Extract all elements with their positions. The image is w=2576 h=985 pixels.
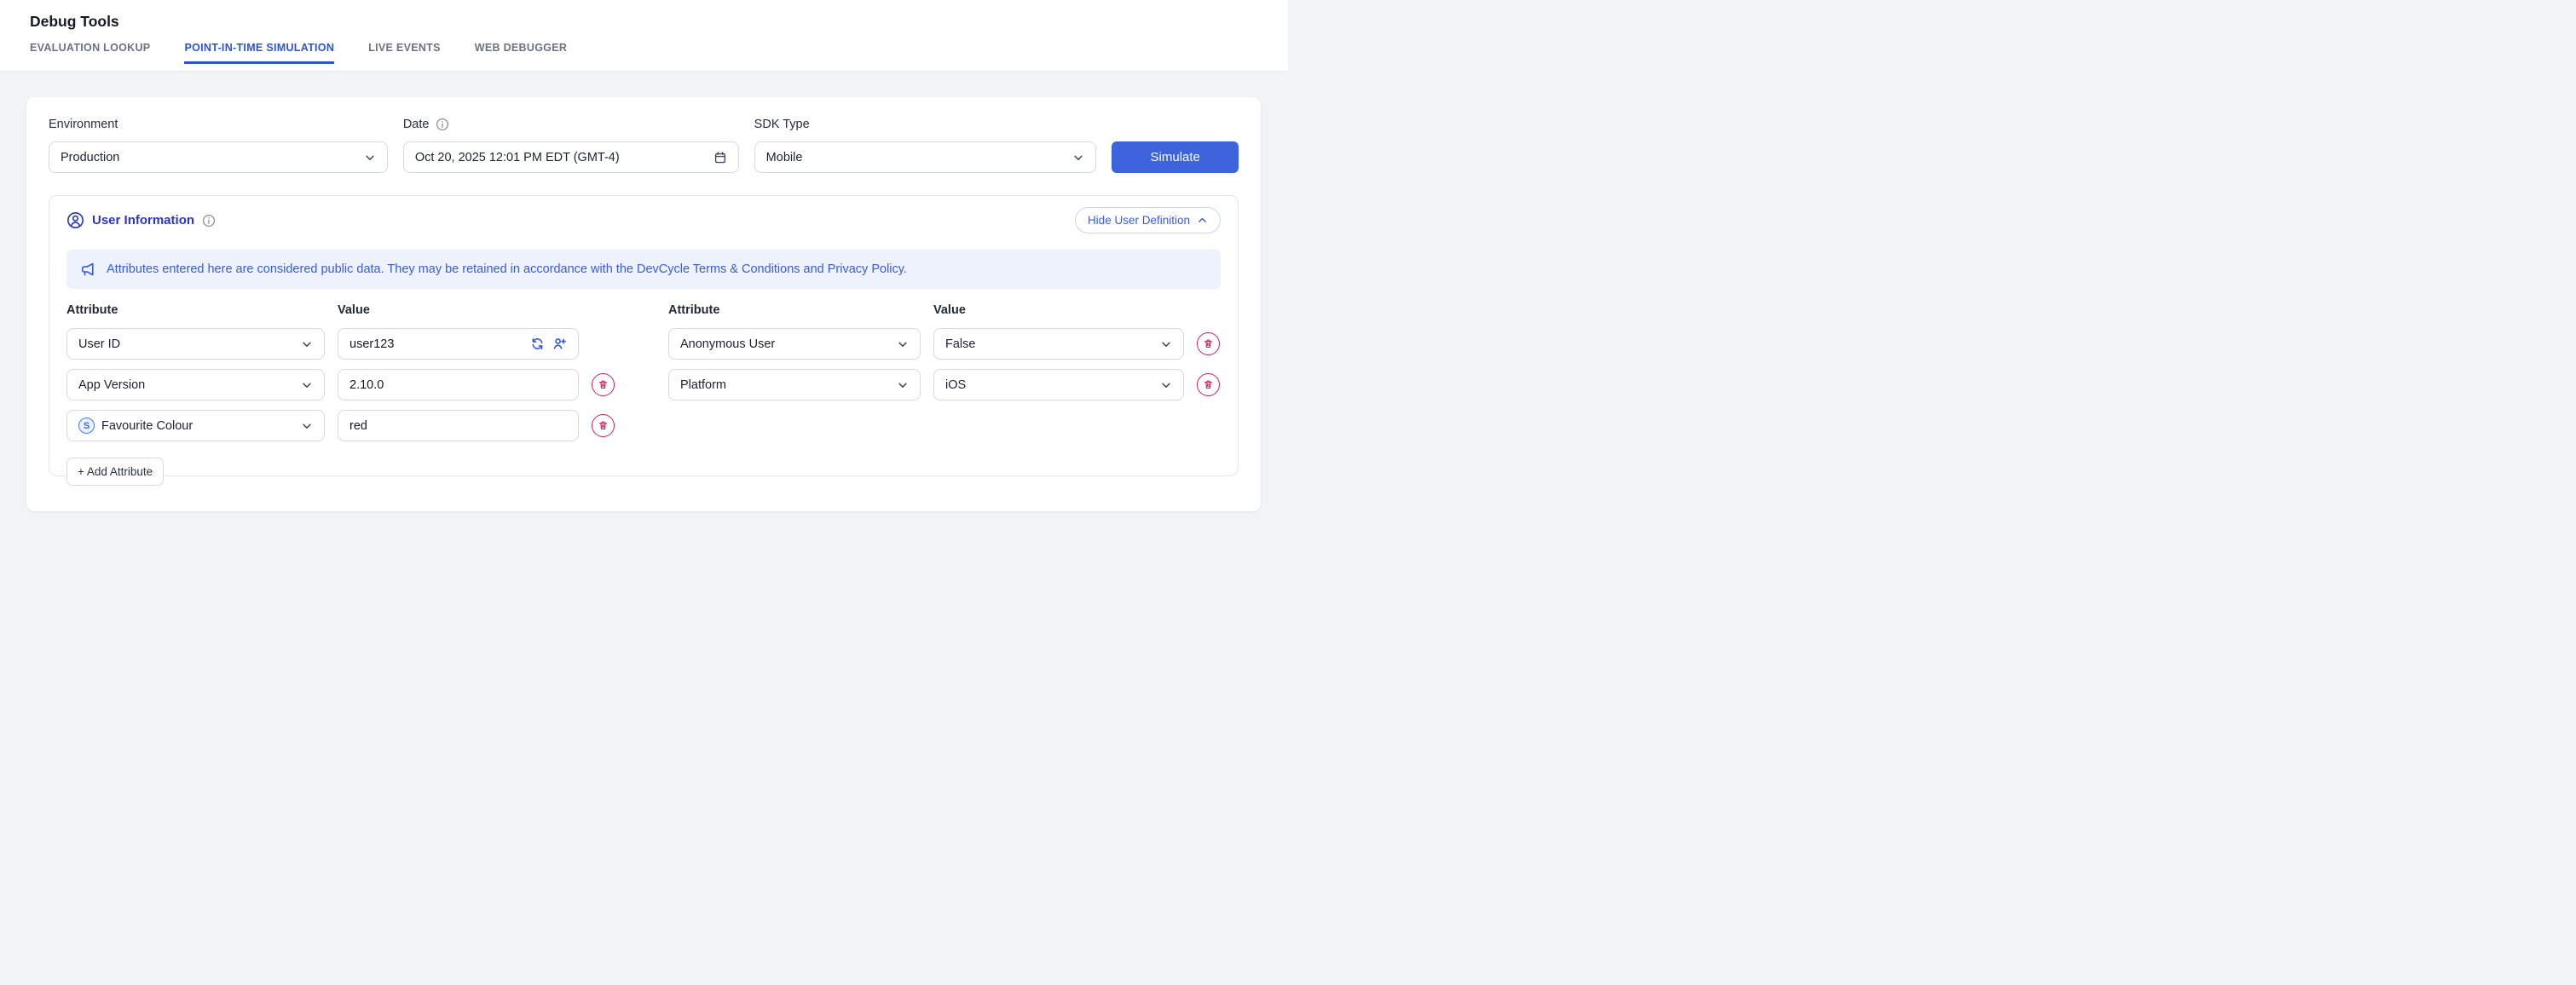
add-user-icon[interactable] [552, 337, 567, 351]
environment-label: Environment [49, 118, 388, 131]
trash-icon [598, 420, 609, 431]
chevron-down-icon [897, 379, 909, 391]
trash-icon [1203, 379, 1214, 390]
user-information-title: User Information [92, 213, 194, 228]
sdk-type-select-value: Mobile [766, 151, 803, 164]
delete-anonymous-user-button[interactable] [1197, 332, 1220, 355]
attribute-column-header: Attribute [66, 303, 325, 317]
add-attribute-button[interactable]: + Add Attribute [66, 458, 164, 486]
chevron-down-icon [301, 338, 313, 350]
simulation-card: Environment Production Date Oct 20, 2025… [26, 97, 1261, 511]
chevron-down-icon [1160, 338, 1172, 350]
user-circle-icon [66, 211, 84, 229]
attribute-column-header: Attribute [668, 303, 921, 317]
string-type-badge: S [78, 418, 95, 434]
user-information-header: User Information Hide User Definition [66, 207, 1221, 233]
chevron-down-icon [1072, 152, 1084, 164]
attributes-grid: Attribute Value Attribute Value User ID … [66, 303, 1221, 486]
date-info-icon[interactable] [436, 118, 449, 131]
attribute-select-favourite-colour[interactable]: S Favourite Colour [66, 410, 325, 441]
tab-web-debugger[interactable]: WEB DEBUGGER [475, 42, 567, 64]
page-title: Debug Tools [30, 0, 1288, 31]
chevron-down-icon [301, 420, 313, 432]
delete-platform-button[interactable] [1197, 373, 1220, 396]
hide-user-definition-button[interactable]: Hide User Definition [1075, 207, 1221, 233]
value-select-anonymous-user[interactable]: False [933, 328, 1184, 360]
date-input[interactable]: Oct 20, 2025 12:01 PM EDT (GMT-4) [403, 141, 739, 173]
tab-point-in-time-simulation[interactable]: POINT-IN-TIME SIMULATION [184, 42, 334, 64]
attribute-select-anonymous-user[interactable]: Anonymous User [668, 328, 921, 360]
attribute-select-user-id[interactable]: User ID [66, 328, 325, 360]
simulation-form-row: Environment Production Date Oct 20, 2025… [49, 118, 1239, 173]
chevron-down-icon [1160, 379, 1172, 391]
value-field-favourite-colour [338, 410, 579, 441]
trash-icon [1203, 338, 1214, 349]
environment-select[interactable]: Production [49, 141, 388, 173]
chevron-down-icon [897, 338, 909, 350]
delete-favourite-colour-button[interactable] [592, 414, 615, 437]
date-input-value: Oct 20, 2025 12:01 PM EDT (GMT-4) [415, 151, 620, 164]
user-id-input[interactable] [349, 337, 530, 351]
chevron-up-icon [1197, 215, 1208, 226]
tab-bar: EVALUATION LOOKUP POINT-IN-TIME SIMULATI… [30, 42, 1288, 64]
environment-select-value: Production [61, 151, 119, 164]
regenerate-user-id-icon[interactable] [530, 337, 545, 351]
favourite-colour-input[interactable] [349, 419, 567, 433]
value-field-app-version [338, 369, 579, 400]
chevron-down-icon [301, 379, 313, 391]
hide-user-definition-label: Hide User Definition [1088, 214, 1190, 227]
calendar-icon[interactable] [713, 151, 727, 164]
tab-evaluation-lookup[interactable]: EVALUATION LOOKUP [30, 42, 150, 64]
user-information-info-icon[interactable] [202, 214, 216, 228]
value-select-platform[interactable]: iOS [933, 369, 1184, 400]
trash-icon [598, 379, 609, 390]
app-version-input[interactable] [349, 378, 567, 392]
tab-live-events[interactable]: LIVE EVENTS [368, 42, 441, 64]
attribute-select-app-version[interactable]: App Version [66, 369, 325, 400]
date-label: Date [403, 118, 430, 131]
megaphone-icon [79, 261, 96, 278]
delete-app-version-button[interactable] [592, 373, 615, 396]
chevron-down-icon [364, 152, 376, 164]
value-column-header: Value [338, 303, 579, 317]
page-header: Debug Tools EVALUATION LOOKUP POINT-IN-T… [0, 0, 1288, 72]
public-data-notice-text: Attributes entered here are considered p… [107, 262, 907, 276]
public-data-notice: Attributes entered here are considered p… [66, 250, 1221, 289]
attribute-select-platform[interactable]: Platform [668, 369, 921, 400]
value-column-header: Value [933, 303, 1184, 317]
user-information-section: User Information Hide User Definition At… [49, 195, 1239, 476]
sdk-type-select[interactable]: Mobile [754, 141, 1097, 173]
value-field-user-id [338, 328, 579, 360]
simulate-button[interactable]: Simulate [1112, 141, 1239, 173]
sdk-type-label: SDK Type [754, 118, 1097, 131]
